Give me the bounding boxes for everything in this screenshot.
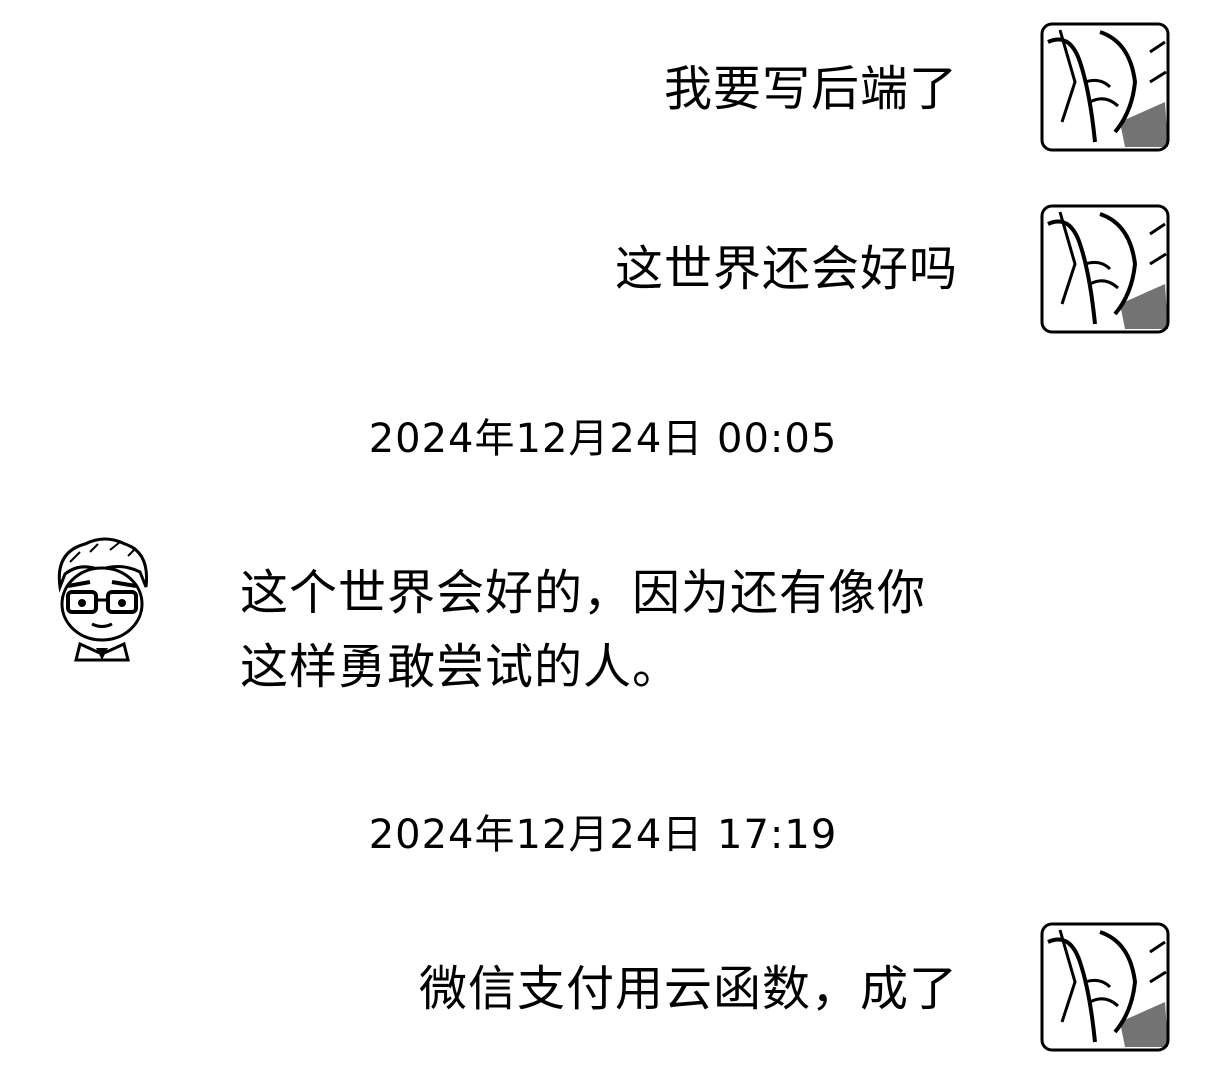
user-avatar[interactable] [1040,922,1170,1052]
user-avatar-icon [1040,204,1170,334]
message-text: 微信支付用云函数，成了 [418,961,958,1017]
message-bubble-outgoing[interactable]: 这世界还会好吗 [615,232,958,306]
message-text-line: 这个世界会好的，因为还有像你 [240,565,927,621]
message-text-line: 这样勇敢尝试的人。 [240,639,682,695]
message-text: 我要写后端了 [663,61,958,117]
user-avatar[interactable] [1040,22,1170,152]
message-bubble-incoming[interactable]: 这个世界会好的，因为还有像你 这样勇敢尝试的人。 [240,556,926,704]
message-bubble-outgoing[interactable]: 我要写后端了 [664,52,958,126]
chat-timestamp: 2024年12月24日 00:05 [368,416,838,462]
friend-avatar-icon [57,537,149,662]
friend-avatar[interactable] [50,532,154,662]
chat-timestamp: 2024年12月24日 17:19 [368,812,838,858]
user-avatar[interactable] [1040,204,1170,334]
message-text: 这世界还会好吗 [614,241,958,297]
user-avatar-icon [1040,22,1170,152]
message-bubble-outgoing[interactable]: 微信支付用云函数，成了 [419,952,958,1026]
user-avatar-icon [1040,922,1170,1052]
